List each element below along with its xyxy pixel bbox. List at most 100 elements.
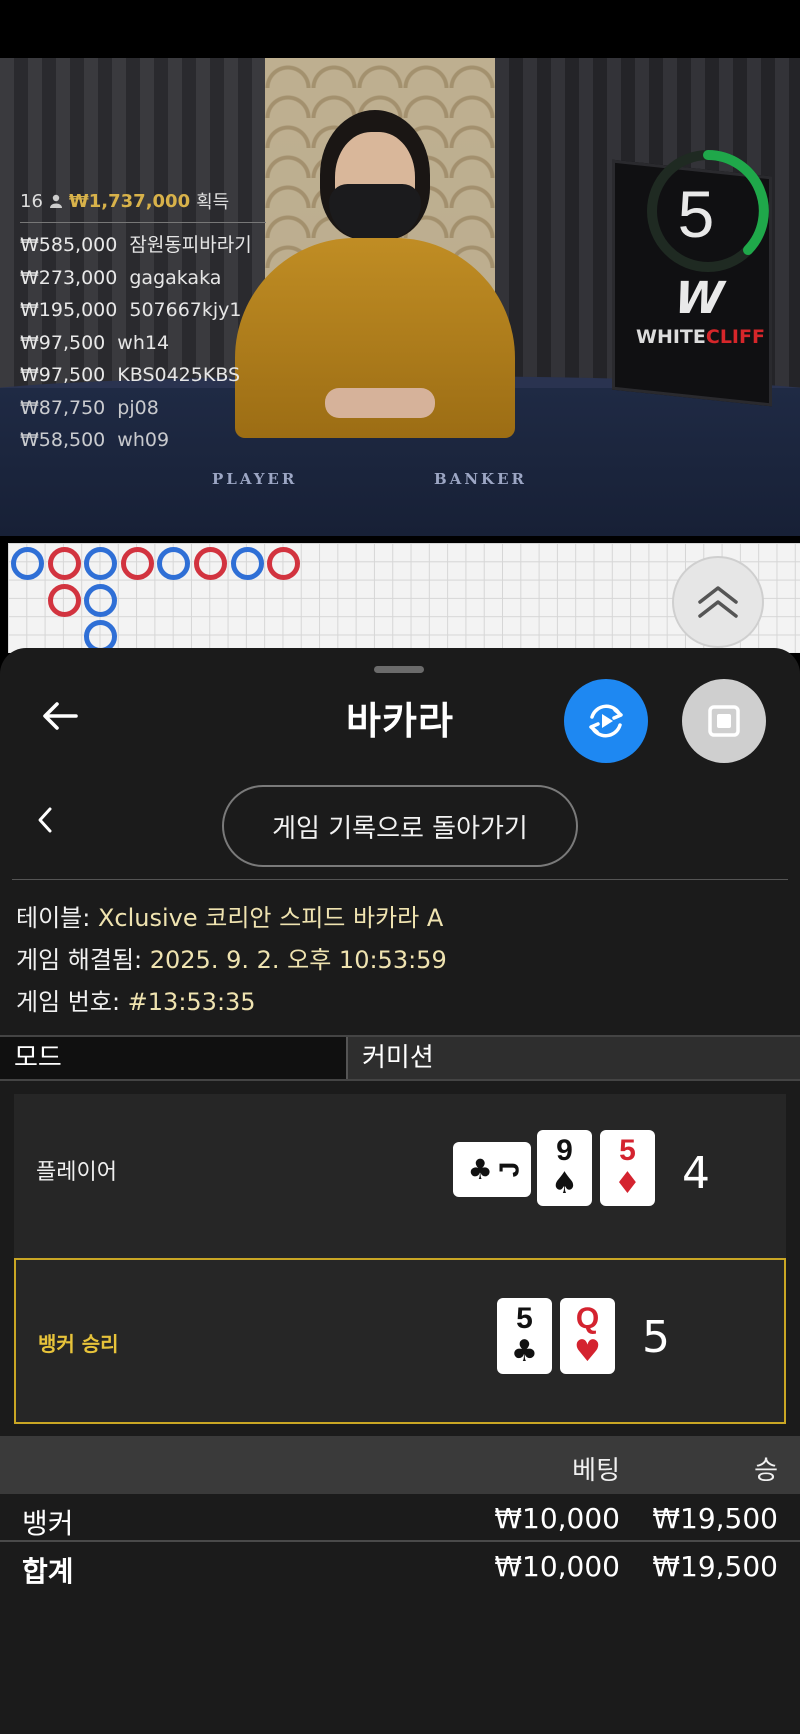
total-win: ₩19,500 [652, 1550, 778, 1583]
banker-bead [47, 583, 81, 617]
winner-row: ₩273,000 gagakaka [20, 262, 280, 295]
winner-name: wh14 [117, 331, 170, 354]
winner-name: gagakaka [129, 266, 222, 289]
winner-row: ₩58,500 wh09 [20, 424, 280, 457]
banker-bead [194, 547, 227, 580]
playing-card: 5 ♣ [497, 1298, 552, 1374]
banker-bead [47, 547, 81, 580]
winner-amount: ₩87,750 [20, 396, 106, 419]
divider [0, 1540, 800, 1542]
logo-text-cliff: CLIFF [705, 326, 765, 348]
banker-hand: 뱅커 승리 5 ♣ Q ♥ 5 [14, 1258, 786, 1424]
card-rank: 5 [516, 1302, 533, 1335]
player-bead [11, 547, 44, 580]
sheet-grabber[interactable] [374, 666, 424, 673]
divider [12, 879, 788, 880]
game-number-info: 게임 번호: #13:53:35 [16, 988, 256, 1016]
winners-count: 16 [20, 190, 43, 212]
card-suit: ♥ [574, 1334, 601, 1369]
winner-row: ₩585,000 잠원동피바라기 [20, 229, 280, 262]
person-icon [49, 194, 62, 208]
player-bead [157, 547, 191, 580]
player-hand: 플레이어 ♣J 9 ♠ 5 ♦ 4 [14, 1094, 786, 1258]
table-info: 테이블: Xclusive 코리안 스피드 바카라 A [16, 904, 444, 932]
replay-button[interactable] [564, 679, 648, 763]
bet-row-label: 뱅커 [22, 1507, 74, 1540]
winner-row: ₩97,500 KBS0425KBS [20, 359, 280, 392]
winner-amount: ₩273,000 [20, 266, 118, 289]
back-to-history-button[interactable]: 게임 기록으로 돌아가기 [222, 785, 578, 867]
mode-bar: 모드 커미션 [0, 1035, 800, 1081]
bet-row-win: ₩19,500 [652, 1502, 778, 1535]
mode-label: 모드 [0, 1037, 348, 1079]
playing-card: 9 ♠ [537, 1130, 592, 1206]
player-bead [84, 547, 118, 580]
card-rank: J [493, 1161, 525, 1178]
winner-row: ₩195,000 507667kjy1 [20, 294, 280, 327]
playing-card: Q ♥ [560, 1298, 615, 1374]
winner-row: ₩87,750 pj08 [20, 392, 280, 425]
card-rank: 9 [556, 1134, 573, 1167]
winner-amount: ₩58,500 [20, 429, 106, 451]
win-column-header: 승 [754, 1456, 778, 1486]
winner-name: wh09 [117, 429, 170, 451]
dealer-mask [329, 184, 421, 240]
winners-list: 16 ₩1,737,000 획득 ₩585,000 잠원동피바라기 ₩273,000… [20, 188, 280, 457]
card-rank: Q [575, 1302, 600, 1335]
replay-video-icon [589, 704, 623, 738]
card-rank: 5 [619, 1134, 636, 1167]
winner-amount: ₩585,000 [20, 234, 118, 256]
previous-button[interactable] [30, 802, 60, 838]
playing-card: 5 ♦ [600, 1130, 655, 1206]
winner-name: 잠원동피바라기 [129, 234, 252, 256]
double-chevron-up-icon [698, 586, 738, 618]
player-label: 플레이어 [36, 1160, 117, 1185]
total-label: 합계 [22, 1555, 74, 1588]
live-video: PLAYER BANKER W WHITECLIFF 5 16 ₩1,737,0… [0, 58, 800, 536]
provider-logo: W WHITECLIFF [636, 273, 765, 348]
expand-button[interactable] [672, 556, 764, 648]
game-detail-sheet: 바카라 게임 기록으로 돌아가기 테이블: Xclusive 코리안 스피드 바… [0, 648, 800, 1734]
banker-score: 5 [642, 1312, 670, 1363]
winner-row: ₩97,500 wh14 [20, 327, 280, 360]
countdown-number: 5 [677, 177, 715, 251]
banker-result-label: 뱅커 승리 [38, 1332, 119, 1356]
sheet-title: 바카라 [346, 699, 454, 743]
picture-in-picture-icon [708, 705, 740, 737]
chevron-left-icon [38, 807, 52, 833]
bet-column-header: 베팅 [572, 1456, 620, 1486]
card-suit: ♦ [614, 1166, 641, 1201]
card-suit: ♠ [551, 1166, 578, 1201]
resolved-info: 게임 해결됨: 2025. 9. 2. 오후 10:53:59 [16, 946, 447, 974]
winners-total: ₩1,737,000 [68, 190, 191, 212]
player-bead [230, 547, 264, 580]
winners-header: 16 ₩1,737,000 획득 [20, 188, 266, 223]
dealer-hands [325, 388, 435, 418]
bet-row-amount: ₩10,000 [494, 1502, 620, 1535]
winner-amount: ₩97,500 [20, 331, 106, 354]
player-score: 4 [682, 1148, 710, 1199]
banker-bead [267, 547, 301, 580]
winner-amount: ₩97,500 [20, 364, 106, 386]
winners-suffix: 획득 [196, 192, 230, 213]
minimize-video-button[interactable] [682, 679, 766, 763]
playing-card: ♣J [453, 1142, 531, 1197]
winner-name: 507667kjy1 [129, 299, 242, 321]
mode-value: 커미션 [348, 1037, 800, 1079]
status-bar-area [0, 0, 800, 58]
felt-player-label: PLAYER [212, 470, 298, 488]
total-bet: ₩10,000 [494, 1550, 620, 1583]
winner-name: pj08 [117, 396, 159, 419]
bet-row: 뱅커 ₩10,000 ₩19,500 [0, 1496, 800, 1542]
winner-name: KBS0425KBS [117, 364, 241, 386]
player-bead [84, 583, 118, 617]
hands-panel: 플레이어 ♣J 9 ♠ 5 ♦ 4 뱅커 승리 5 ♣ Q ♥ 5 [14, 1094, 786, 1424]
card-suit: ♣ [511, 1334, 538, 1369]
winner-amount: ₩195,000 [20, 299, 118, 321]
logo-text-white: WHITE [636, 326, 706, 348]
w-logo-icon: W [667, 273, 725, 324]
bets-header: 베팅 승 [0, 1436, 800, 1494]
banker-bead [120, 547, 154, 580]
felt-banker-label: BANKER [434, 470, 527, 488]
total-row: 합계 ₩10,000 ₩19,500 [0, 1544, 800, 1590]
